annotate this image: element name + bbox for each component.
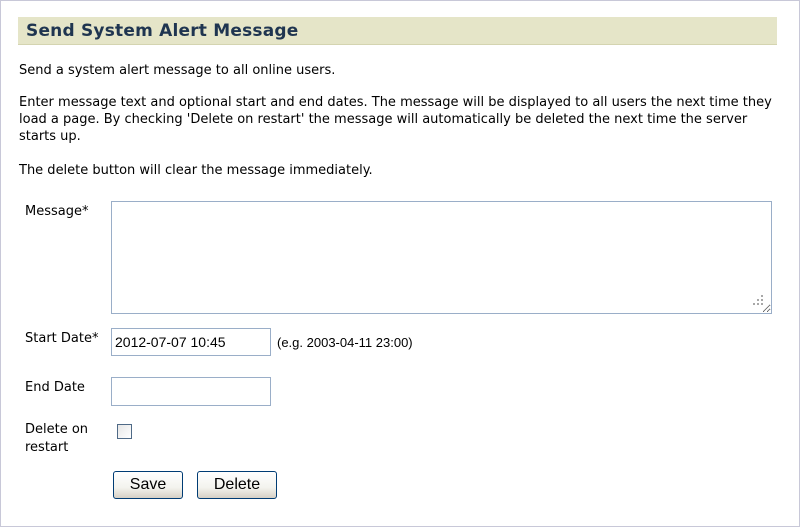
message-label: Message* — [25, 204, 89, 219]
message-textarea[interactable] — [111, 201, 772, 314]
page-title: Send System Alert Message — [26, 21, 299, 41]
intro-text: Send a system alert message to all onlin… — [19, 63, 336, 78]
delete-on-restart-checkbox[interactable] — [117, 424, 132, 439]
start-date-input[interactable] — [111, 328, 271, 356]
save-button[interactable]: Save — [113, 471, 183, 499]
title-bar: Send System Alert Message — [18, 17, 777, 45]
end-date-input[interactable] — [111, 377, 271, 406]
end-date-label: End Date — [25, 380, 85, 395]
start-date-label: Start Date* — [25, 331, 99, 346]
page-frame: Send System Alert Message Send a system … — [0, 0, 800, 527]
delete-button[interactable]: Delete — [197, 471, 277, 499]
delete-on-restart-label: Delete on restart — [25, 422, 89, 455]
delete-note-text: The delete button will clear the message… — [19, 163, 373, 178]
start-date-hint: (e.g. 2003-04-11 23:00) — [277, 335, 413, 350]
instructions-text: Enter message text and optional start an… — [19, 95, 772, 144]
